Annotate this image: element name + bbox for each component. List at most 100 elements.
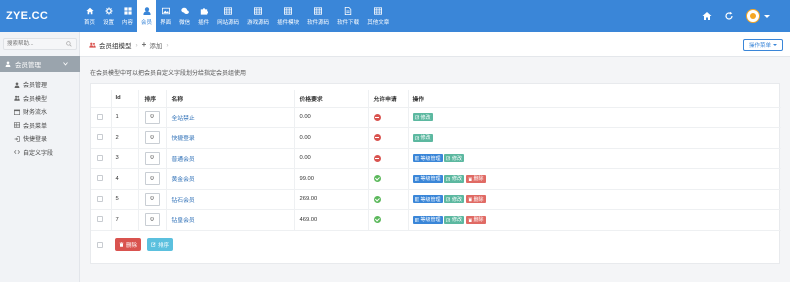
delete-label: 删除 [473, 217, 484, 224]
level-manage-button[interactable]: 等级管理 [412, 154, 443, 163]
image-icon [161, 7, 170, 16]
level-manage-button[interactable]: 等级管理 [412, 195, 443, 204]
table-icon [414, 217, 419, 222]
member-group-table: Id 排序 名称 价格要求 允许申请 操作 1 全站禁止 0.00 修改 2 快捷登录 0.… [91, 90, 781, 231]
breadcrumb-add[interactable]: + 添加 [142, 40, 163, 51]
row-checkbox[interactable] [97, 175, 103, 182]
main-nav: 首页 设置 内容 会员 界面 微信 插件 网站源码 游戏源码 插件模块 软件源码 软件下载 其他文章 [80, 0, 393, 32]
minus-circle-icon [373, 154, 381, 162]
table-row: 7 钻皇会员 469.00 等级管理 修改 删除 [91, 209, 781, 231]
row-allow-cell [367, 127, 408, 149]
refresh-icon[interactable] [724, 11, 734, 21]
sidebar-section-member[interactable]: 会员管理 [0, 56, 80, 72]
nav-item-label: 软件源码 [307, 19, 330, 26]
edit-button[interactable]: 修改 [444, 174, 465, 183]
level-manage-button[interactable]: 等级管理 [412, 174, 443, 183]
edit-button[interactable]: 修改 [412, 113, 433, 122]
delete-button[interactable]: 删除 [465, 215, 486, 224]
nav-item[interactable]: 插件 [194, 0, 213, 32]
group-name-link[interactable]: 钻皇会员 [172, 218, 195, 224]
row-checkbox[interactable] [97, 113, 103, 120]
nav-item[interactable]: 游戏源码 [243, 0, 273, 32]
sidebar-item[interactable]: 自定义字段 [0, 146, 80, 160]
sort-input[interactable] [144, 172, 160, 186]
operation-menu-button[interactable]: 操作菜单 [742, 39, 783, 51]
breadcrumb-current[interactable]: 会员组模型 [99, 40, 132, 50]
row-checkbox-cell [91, 107, 111, 128]
nav-item[interactable]: 其他文章 [363, 0, 393, 32]
chevron-down-icon [63, 62, 68, 66]
bulk-sort-button[interactable]: 排序 [147, 238, 174, 251]
edit-button[interactable]: 修改 [444, 154, 465, 163]
row-checkbox[interactable] [97, 216, 103, 223]
nav-item[interactable]: 界面 [156, 0, 175, 32]
nav-item-label: 微信 [179, 19, 191, 26]
row-allow-cell [367, 168, 408, 190]
nav-item[interactable]: 软件源码 [303, 0, 333, 32]
bulk-delete-button[interactable]: 删除 [115, 238, 142, 251]
nav-item[interactable]: 软件下载 [333, 0, 363, 32]
nav-item[interactable]: 网站源码 [213, 0, 243, 32]
row-checkbox[interactable] [97, 134, 103, 141]
top-bar: ZYE.CC 首页 设置 内容 会员 界面 微信 插件 网站源码 游戏源码 插件模块 软件源码 软件下… [0, 0, 790, 32]
brand-logo[interactable]: ZYE.CC [6, 10, 48, 22]
breadcrumb-separator: › [166, 41, 169, 49]
level-manage-label: 等级管理 [420, 196, 441, 203]
sort-input[interactable] [144, 110, 160, 124]
nav-item-label: 游戏源码 [247, 19, 270, 26]
row-sort-cell [137, 148, 166, 169]
row-price: 469.00 [293, 209, 368, 231]
nav-item[interactable]: 插件模块 [273, 0, 303, 32]
group-name-link[interactable]: 黄金会员 [172, 177, 195, 183]
delete-button[interactable]: 删除 [465, 195, 486, 204]
nav-item[interactable]: 设置 [99, 0, 118, 32]
row-price: 269.00 [293, 189, 368, 210]
home-icon[interactable] [702, 11, 712, 21]
row-sort-cell [137, 107, 166, 128]
sidebar-item[interactable]: 会员管理 [0, 78, 80, 92]
sidebar-item[interactable]: 会员模型 [0, 92, 80, 106]
table-row: 2 快捷登录 0.00 修改 [91, 127, 781, 149]
row-checkbox[interactable] [97, 154, 103, 161]
delete-label: 删除 [473, 176, 484, 183]
avatar[interactable] [746, 9, 760, 23]
bulk-delete-label: 删除 [126, 242, 138, 249]
level-manage-button[interactable]: 等级管理 [412, 215, 443, 224]
user-icon [14, 82, 20, 88]
edit-button[interactable]: 修改 [444, 215, 465, 224]
row-checkbox[interactable] [97, 195, 103, 202]
nav-item[interactable]: 内容 [118, 0, 137, 32]
sidebar-item[interactable]: 会员菜单 [0, 119, 80, 133]
calendar-icon [14, 109, 20, 115]
nav-item[interactable]: 首页 [80, 0, 99, 32]
table-row: 5 钻石会员 269.00 等级管理 修改 删除 [91, 189, 781, 210]
nav-item[interactable]: 会员 [137, 0, 157, 32]
users-icon [89, 42, 96, 48]
edit-button[interactable]: 修改 [444, 195, 465, 204]
table-icon [14, 122, 20, 128]
group-name-link[interactable]: 钻石会员 [172, 198, 195, 204]
chevron-down-icon[interactable] [764, 14, 770, 18]
nav-item[interactable]: 微信 [175, 0, 194, 32]
sidebar-item[interactable]: 快捷登录 [0, 132, 80, 146]
nav-item-label: 插件 [198, 19, 210, 26]
header-checkbox-cell [91, 90, 111, 108]
search-icon[interactable] [66, 41, 72, 47]
sort-input[interactable] [144, 131, 160, 145]
table-icon [414, 156, 419, 161]
row-name-cell: 钻皇会员 [165, 209, 294, 231]
delete-button[interactable]: 删除 [465, 174, 486, 183]
edit-button[interactable]: 修改 [412, 133, 433, 142]
search-input[interactable] [4, 39, 64, 49]
select-all-checkbox[interactable] [97, 242, 103, 248]
sidebar-item[interactable]: 财务流水 [0, 105, 80, 119]
group-name-link[interactable]: 快捷登录 [172, 136, 195, 142]
sidebar-list: 会员管理 会员模型 财务流水 会员菜单 快捷登录 自定义字段 [0, 78, 80, 159]
sort-input[interactable] [144, 192, 160, 206]
group-name-link[interactable]: 普通会员 [172, 157, 195, 163]
group-name-link[interactable]: 全站禁止 [172, 116, 195, 122]
sort-input[interactable] [144, 151, 160, 165]
header-price: 价格要求 [293, 90, 368, 108]
sort-input[interactable] [144, 213, 160, 227]
table-icon [414, 197, 419, 202]
